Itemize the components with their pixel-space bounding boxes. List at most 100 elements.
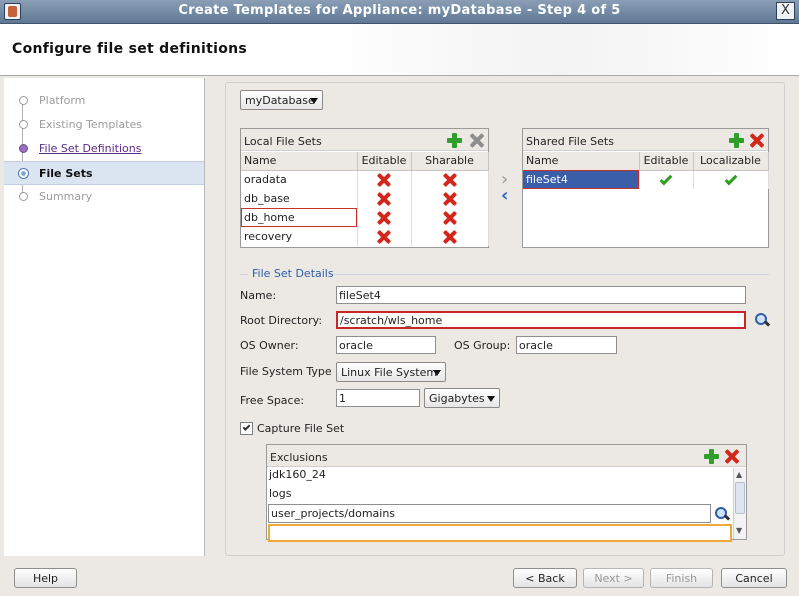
remove-shared-file-set-icon[interactable] <box>748 132 764 148</box>
free-space-label: Free Space: <box>240 394 305 407</box>
panel-title: Shared File Sets <box>526 135 614 148</box>
table-row[interactable]: recovery <box>241 227 489 246</box>
localizable-cell[interactable] <box>693 170 769 189</box>
localizable-check-icon <box>724 172 737 186</box>
move-to-local-icon[interactable] <box>501 185 511 206</box>
exclusions-header: Exclusions <box>267 445 746 467</box>
not-editable-icon <box>376 172 392 188</box>
exclusions-panel: Exclusions jdk160_24 logs user_projects/… <box>266 444 747 542</box>
step-dot-icon <box>19 192 28 201</box>
wizard-header: Configure file set definitions <box>0 24 799 76</box>
file-set-name[interactable]: fileSet4 <box>523 170 640 189</box>
nav-step-file-sets[interactable]: File Sets <box>4 161 204 185</box>
dropdown-arrow-icon <box>310 98 318 104</box>
not-sharable-icon <box>442 191 458 207</box>
scroll-down-icon[interactable]: ▼ <box>736 526 742 535</box>
appliance-select-value: myDatabase <box>245 94 315 107</box>
table-row[interactable]: oradata <box>241 170 489 189</box>
nav-step-label[interactable]: File Set Definitions <box>39 142 141 155</box>
not-sharable-icon <box>442 210 458 226</box>
column-header-name[interactable]: Name <box>241 152 358 171</box>
table-row[interactable]: db_home <box>241 208 489 227</box>
finish-button[interactable]: Finish <box>650 568 713 588</box>
file-set-name[interactable]: db_home <box>241 208 358 227</box>
exclusions-list: jdk160_24 logs user_projects/domains <box>267 468 732 542</box>
remove-local-file-set-icon <box>468 132 484 148</box>
editable-cell[interactable] <box>357 170 412 189</box>
column-header-sharable[interactable]: Sharable <box>411 152 489 171</box>
title-bar: Create Templates for Appliance: myDataba… <box>0 0 799 24</box>
step-dot-icon <box>19 120 28 129</box>
scroll-thumb[interactable] <box>735 482 745 514</box>
sharable-cell[interactable] <box>411 189 489 208</box>
exclusion-edit-field[interactable]: user_projects/domains <box>268 504 711 523</box>
column-header-name[interactable]: Name <box>523 152 640 171</box>
column-header-editable[interactable]: Editable <box>639 152 694 171</box>
editable-cell[interactable] <box>639 170 694 189</box>
appliance-select[interactable]: myDatabase <box>240 90 323 110</box>
shared-file-sets-panel: Shared File Sets Name Editable Localizab… <box>522 128 769 248</box>
file-set-name[interactable]: db_base <box>241 189 358 208</box>
shared-file-sets-header: Shared File Sets <box>523 129 768 151</box>
file-system-type-select[interactable]: Linux File System <box>336 362 446 382</box>
add-shared-file-set-icon[interactable] <box>728 132 744 148</box>
exclusions-scrollbar[interactable]: ▲ ▼ <box>733 468 746 539</box>
help-button[interactable]: Help <box>14 568 77 588</box>
step-dot-icon <box>19 144 28 153</box>
add-local-file-set-icon[interactable] <box>446 132 462 148</box>
back-button[interactable]: < Back <box>513 568 577 588</box>
window-title: Create Templates for Appliance: myDataba… <box>178 3 621 18</box>
new-exclusion-field[interactable] <box>268 524 732 542</box>
section-divider <box>240 274 248 275</box>
capture-file-set-checkbox[interactable] <box>240 422 253 435</box>
file-system-type-value: Linux File System <box>341 366 438 379</box>
scroll-up-icon[interactable]: ▲ <box>736 470 742 479</box>
sharable-cell[interactable] <box>411 170 489 189</box>
browse-exclusion-icon[interactable] <box>714 506 730 522</box>
editable-cell[interactable] <box>357 208 412 227</box>
os-owner-field[interactable]: oracle <box>336 336 436 354</box>
free-space-unit-select[interactable]: Gigabytes <box>424 388 500 408</box>
not-sharable-icon <box>442 229 458 245</box>
file-set-name[interactable]: oradata <box>241 170 358 189</box>
root-directory-label: Root Directory: <box>240 314 323 327</box>
root-directory-field[interactable]: /scratch/wls_home <box>336 311 746 329</box>
nav-step-platform: Platform <box>4 89 204 113</box>
list-item[interactable]: logs <box>269 487 292 500</box>
nav-step-file-set-definitions[interactable]: File Set Definitions <box>4 137 204 161</box>
sharable-cell[interactable] <box>411 208 489 227</box>
cancel-button[interactable]: Cancel <box>721 568 787 588</box>
free-space-field[interactable]: 1 <box>336 389 420 407</box>
free-space-unit-value: Gigabytes <box>429 392 485 405</box>
sharable-cell[interactable] <box>411 227 489 246</box>
not-editable-icon <box>376 210 392 226</box>
os-owner-label: OS Owner: <box>240 339 299 352</box>
nav-step-existing-templates: Existing Templates <box>4 113 204 137</box>
editable-cell[interactable] <box>357 227 412 246</box>
remove-exclusion-icon[interactable] <box>723 448 739 464</box>
shared-file-sets-table: Name Editable Localizable fileSet4 <box>523 152 769 189</box>
checkmark-icon <box>242 423 251 431</box>
name-label: Name: <box>240 289 277 302</box>
editable-cell[interactable] <box>357 189 412 208</box>
nav-step-label: File Sets <box>39 167 93 180</box>
add-exclusion-icon[interactable] <box>703 448 719 464</box>
current-step-icon <box>18 168 29 179</box>
os-group-field[interactable]: oracle <box>516 336 617 354</box>
nav-step-label: Platform <box>39 94 86 107</box>
file-set-details-title: File Set Details <box>252 267 334 280</box>
page-title: Configure file set definitions <box>12 41 248 57</box>
column-header-localizable[interactable]: Localizable <box>693 152 769 171</box>
table-row[interactable]: db_base <box>241 189 489 208</box>
file-set-name[interactable]: recovery <box>241 227 358 246</box>
wizard-steps-nav: Platform Existing Templates File Set Def… <box>4 78 205 556</box>
nav-step-label: Existing Templates <box>39 118 142 131</box>
name-field[interactable]: fileSet4 <box>336 286 746 304</box>
step-dot-icon <box>19 96 28 105</box>
list-item[interactable]: jdk160_24 <box>269 468 326 481</box>
next-button[interactable]: Next > <box>583 568 644 588</box>
column-header-editable[interactable]: Editable <box>357 152 412 171</box>
close-window-button[interactable]: X <box>776 2 795 20</box>
browse-root-directory-icon[interactable] <box>754 312 770 328</box>
table-row[interactable]: fileSet4 <box>523 170 769 189</box>
